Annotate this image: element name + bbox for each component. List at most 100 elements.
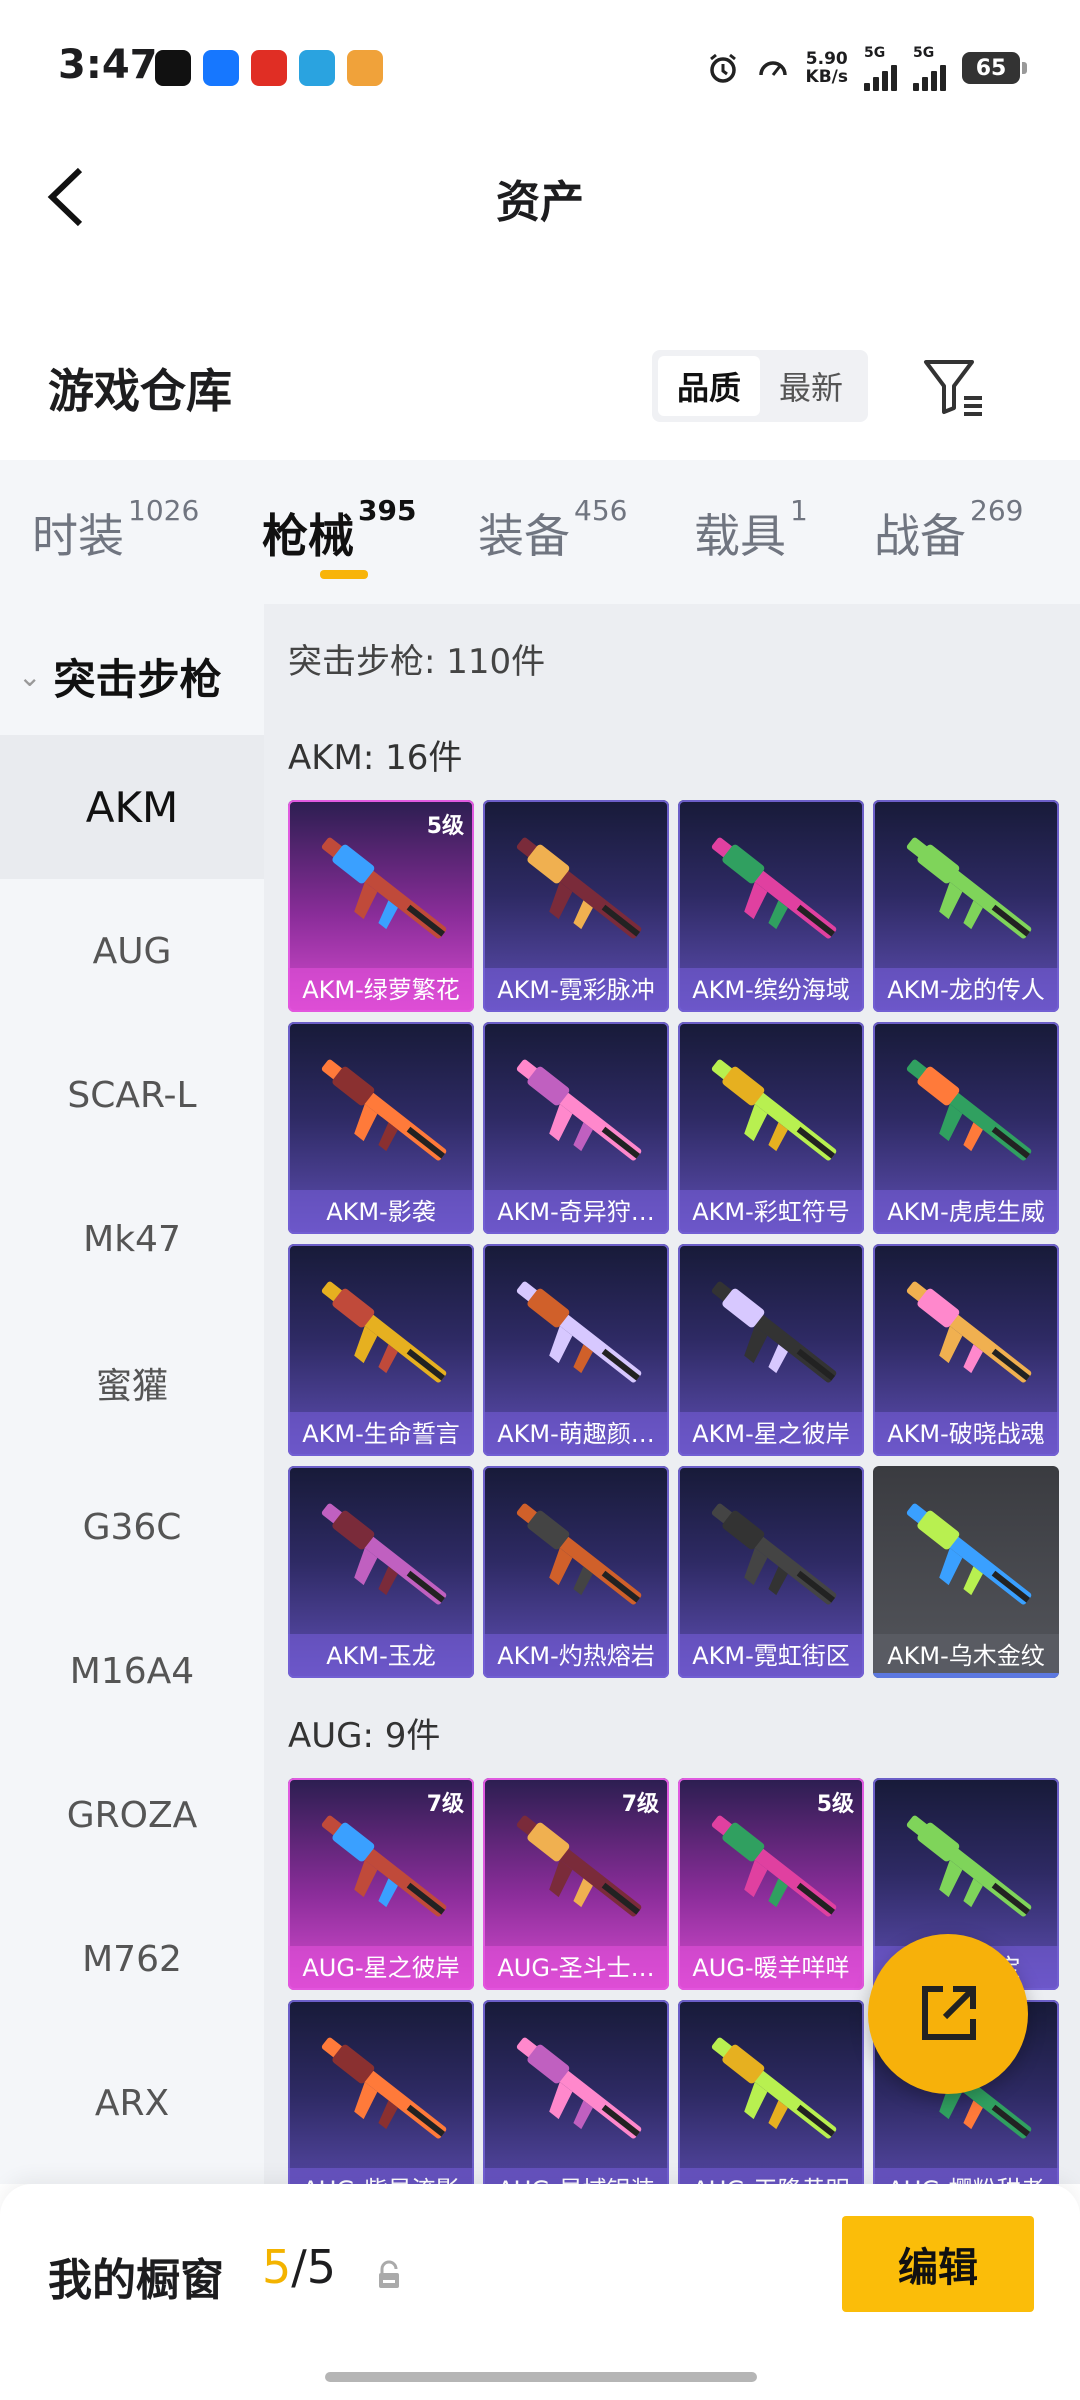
tab-count: 1026 <box>128 494 200 527</box>
tab-label: 枪械 <box>262 509 354 563</box>
gun-skin-image <box>906 1281 1032 1383</box>
sidebar-item-m16a4[interactable]: M16A4 <box>0 1599 264 1743</box>
skin-card[interactable]: AUG-星域银装 <box>483 2000 669 2184</box>
tab-label: 载具 <box>694 509 786 563</box>
skin-name: AKM-霓虹街区 <box>678 1634 864 1678</box>
skin-card[interactable]: AKM-奇异狩… <box>483 1022 669 1234</box>
gun-skin-image <box>516 1815 642 1917</box>
tab-label: 装备 <box>478 509 570 563</box>
skin-level-badge: 5级 <box>426 814 464 839</box>
skin-card[interactable]: AKM-灼热熔岩 <box>483 1466 669 1678</box>
skin-name: AUG-暖羊咩咩 <box>678 1946 864 1990</box>
network-speed-value: 5.90 <box>805 49 848 69</box>
skin-card[interactable]: AKM-星之彼岸 <box>678 1244 864 1456</box>
sidebar-item-m762[interactable]: M762 <box>0 1887 264 2031</box>
page-title: 资产 <box>496 177 584 228</box>
skin-name: AUG-紫星流影 <box>288 2168 474 2184</box>
skin-card[interactable]: AUG-紫星流影 <box>288 2000 474 2184</box>
skin-card[interactable]: AKM-破晓战魂 <box>873 1244 1059 1456</box>
sidebar-item-aug[interactable]: AUG <box>0 879 264 1023</box>
pinduoduo-icon <box>251 50 287 86</box>
skin-card[interactable]: AKM-萌趣颜… <box>483 1244 669 1456</box>
status-bar: 3:47 5.90 KB/s 5G 5G 65 <box>0 0 1080 130</box>
sort-toggle: 品质 最新 <box>652 350 868 422</box>
skin-name: AKM-霓彩脉冲 <box>483 968 669 1012</box>
sidebar-item-arx[interactable]: ARX <box>0 2031 264 2175</box>
sidebar-item-groza[interactable]: GROZA <box>0 1743 264 1887</box>
gun-skin-image <box>516 1281 642 1383</box>
gun-skin-image <box>906 1503 1032 1605</box>
skin-card[interactable]: AKM-龙的传人 <box>873 800 1059 1012</box>
gun-skin-image <box>516 1059 642 1161</box>
skin-card[interactable]: AKM-生命誓言 <box>288 1244 474 1456</box>
network-speed-unit: KB/s <box>805 67 848 87</box>
skin-name: AUG-樱粉甜者 <box>873 2168 1059 2184</box>
edit-button[interactable]: 编辑 <box>842 2216 1034 2312</box>
gun-skin-image <box>711 2037 837 2139</box>
gun-skin-image <box>711 1503 837 1605</box>
tab-label: 时装 <box>32 509 124 563</box>
sort-option-newest[interactable]: 最新 <box>760 356 862 416</box>
tab-equipment[interactable]: 装备 456 <box>478 494 627 566</box>
sidebar-item-mk47[interactable]: Mk47 <box>0 1167 264 1311</box>
showcase-label: 我的橱窗 <box>48 2255 224 2306</box>
skin-card[interactable]: 7级 AUG-圣斗士… <box>483 1778 669 1990</box>
network-speed: 5.90 KB/s <box>806 50 848 86</box>
skin-name: AKM-萌趣颜… <box>483 1412 669 1456</box>
sidebar-item-g36c[interactable]: G36C <box>0 1455 264 1599</box>
sort-option-quality[interactable]: 品质 <box>658 356 760 416</box>
skin-card[interactable]: 5级 AUG-暖羊咩咩 <box>678 1778 864 1990</box>
gun-skin-image <box>906 1059 1032 1161</box>
skin-name: AKM-玉龙 <box>288 1634 474 1678</box>
skin-card[interactable]: AUG-天降黄明 <box>678 2000 864 2184</box>
skin-card[interactable]: AKM-霓彩脉冲 <box>483 800 669 1012</box>
lock-icon[interactable] <box>376 2260 402 2290</box>
gun-skin-image <box>711 1281 837 1383</box>
skin-name: AUG-星之彼岸 <box>288 1946 474 1990</box>
skin-card[interactable]: AKM-缤纷海域 <box>678 800 864 1012</box>
sidebar-category-header[interactable]: ⌄ 突击步枪 <box>0 604 264 749</box>
skin-card[interactable]: AKM-影袭 <box>288 1022 474 1234</box>
signal-1-label: 5G <box>864 45 886 61</box>
tab-firearms[interactable]: 枪械 395 <box>262 494 416 566</box>
showcase-bar: 我的橱窗 5/5 编辑 <box>0 2184 1080 2400</box>
skin-card[interactable]: 5级 AKM-绿萝繁花 <box>288 800 474 1012</box>
skin-name: AKM-奇异狩… <box>483 1190 669 1234</box>
tab-supplies[interactable]: 战备 269 <box>874 494 1023 566</box>
tab-count: 269 <box>970 494 1024 527</box>
signal-2-label: 5G <box>913 45 935 61</box>
share-button[interactable] <box>868 1934 1028 2094</box>
tab-count: 456 <box>574 494 628 527</box>
alarm-icon <box>709 53 736 83</box>
skin-name: AKM-星之彼岸 <box>678 1412 864 1456</box>
sidebar-item-akm[interactable]: AKM <box>0 735 264 879</box>
skin-card[interactable]: AKM-彩虹符号 <box>678 1022 864 1234</box>
skin-name: AUG-天降黄明 <box>678 2168 864 2184</box>
skin-card[interactable]: AKM-虎虎生威 <box>873 1022 1059 1234</box>
category-summary: 突击步枪: 110件 <box>288 642 546 682</box>
skin-name: AUG-圣斗士… <box>483 1946 669 1990</box>
signal-2: 5G <box>913 45 946 91</box>
share-export-icon <box>922 1986 976 2040</box>
tab-count: 1 <box>790 494 808 527</box>
skin-level-badge: 7级 <box>426 1792 464 1817</box>
showcase-total: 5 <box>306 2240 337 2294</box>
skin-card[interactable]: AKM-玉龙 <box>288 1466 474 1678</box>
warehouse-title: 游戏仓库 <box>48 364 232 418</box>
skin-card[interactable]: AKM-乌木金纹 <box>873 1466 1059 1678</box>
skin-card[interactable]: 7级 AUG-星之彼岸 <box>288 1778 474 1990</box>
filter-icon[interactable] <box>920 354 986 420</box>
skin-level-badge: 5级 <box>816 1792 854 1817</box>
skin-card[interactable]: AKM-霓虹街区 <box>678 1466 864 1678</box>
home-indicator[interactable] <box>325 2372 757 2382</box>
signal-bars-icon <box>913 61 946 91</box>
gun-skin-image <box>321 837 447 939</box>
tab-vehicles[interactable]: 载具 1 <box>694 494 808 566</box>
gun-skin-image <box>516 2037 642 2139</box>
sidebar-item-scar-l[interactable]: SCAR-L <box>0 1023 264 1167</box>
sidebar-item-honey-badger[interactable]: 蜜獾 <box>0 1311 264 1455</box>
gun-skin-image <box>711 1059 837 1161</box>
battery-icon: 65 <box>962 52 1027 84</box>
speed-icon <box>758 61 787 76</box>
tab-fashion[interactable]: 时装 1026 <box>32 494 199 566</box>
